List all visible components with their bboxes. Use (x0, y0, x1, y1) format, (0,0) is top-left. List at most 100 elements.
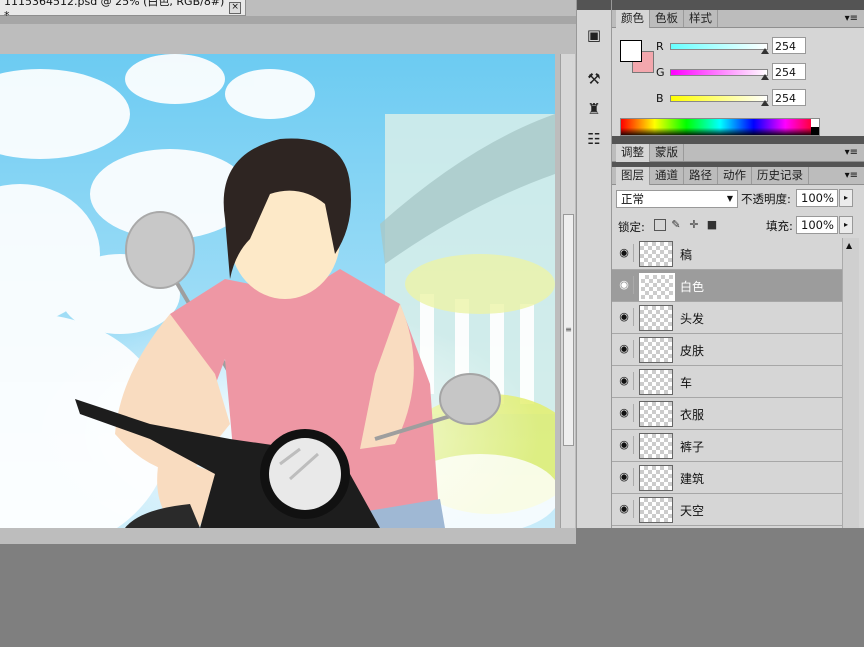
eye-icon[interactable]: ◉ (615, 276, 634, 294)
document-strip (0, 16, 576, 24)
tab-swatches[interactable]: 色板 (650, 10, 684, 27)
document-canvas[interactable] (0, 54, 555, 528)
tab-adjustments[interactable]: 调整 (616, 144, 650, 162)
channel-g-label: G (656, 66, 665, 79)
lock-transparent-icon[interactable] (654, 219, 666, 231)
layer-name: 稿 (680, 248, 693, 262)
opacity-arrow-button[interactable]: ▸ (839, 189, 853, 207)
layer-thumbnail (639, 241, 673, 267)
channel-g-slider[interactable] (670, 69, 768, 76)
foreground-color-swatch[interactable] (620, 40, 642, 62)
lock-label: 锁定: (618, 220, 645, 234)
brush-preset-icon[interactable]: ⚒ (583, 68, 605, 90)
layer-name: 建筑 (680, 472, 705, 486)
eye-icon[interactable]: ◉ (615, 308, 634, 326)
channel-r-slider[interactable] (670, 43, 768, 50)
layer-name: 天空 (680, 504, 705, 518)
layer-name: 车 (680, 376, 693, 390)
layer-row[interactable]: ◉ 建筑 (612, 462, 842, 494)
channel-r-label: R (656, 40, 664, 53)
channel-g-value[interactable]: 254 (772, 63, 806, 80)
layer-name: 白色 (680, 280, 705, 294)
lock-all-icon[interactable]: ■ (706, 219, 718, 231)
eye-icon[interactable]: ◉ (615, 244, 634, 262)
layer-thumbnail (639, 305, 673, 331)
layer-name: 裤子 (680, 440, 705, 454)
horizontal-strip (0, 528, 576, 544)
layer-thumbnail (639, 497, 673, 523)
layer-row[interactable]: ◉ 头发 (612, 302, 842, 334)
layer-thumbnail (639, 273, 675, 301)
layer-thumbnail (639, 401, 673, 427)
right-panels: 颜色 色板 样式 ▾≡ R 254 G 254 B 254 调整 蒙版 ▾≡ 图… (612, 0, 864, 528)
layer-thumbnail (639, 433, 673, 459)
layers-panel-menu-icon[interactable]: ▾≡ (845, 167, 858, 184)
channel-r-value[interactable]: 254 (772, 37, 806, 54)
layer-thumbnail (639, 337, 673, 363)
eye-icon[interactable]: ◉ (615, 404, 634, 422)
chevron-down-icon: ▼ (726, 194, 733, 203)
illustration (0, 54, 555, 528)
eye-icon[interactable]: ◉ (615, 340, 634, 358)
layer-row[interactable]: ◉ 天空 (612, 494, 842, 526)
clone-source-icon[interactable]: ♜ (583, 98, 605, 120)
tab-history[interactable]: 历史记录 (752, 167, 809, 184)
layer-row[interactable]: ◉ 衣服 (612, 398, 842, 430)
channel-g-thumb[interactable] (761, 74, 769, 80)
adjust-panel-tabs: 调整 蒙版 ▾≡ (612, 144, 864, 162)
layer-name: 头发 (680, 312, 705, 326)
fill-arrow-button[interactable]: ▸ (839, 216, 853, 234)
fill-label: 填充: (766, 219, 793, 233)
color-panel-tabs: 颜色 色板 样式 ▾≡ (612, 10, 864, 28)
eye-icon[interactable]: ◉ (615, 372, 634, 390)
layer-name: 皮肤 (680, 344, 705, 358)
layer-thumbnail (639, 465, 673, 491)
vertical-scrollbar[interactable]: ≡ (560, 54, 575, 528)
document-tab[interactable]: 1115364512.psd @ 25% (白色, RGB/8#) * × (0, 0, 246, 22)
channel-b-value[interactable]: 254 (772, 89, 806, 106)
tab-color[interactable]: 颜色 (616, 10, 650, 28)
panel-menu-icon[interactable]: ▾≡ (845, 10, 858, 27)
color-panel-header (612, 0, 864, 10)
tab-layers[interactable]: 图层 (616, 167, 650, 185)
layer-row[interactable]: ◉ 裤子 (612, 430, 842, 462)
tab-paths[interactable]: 路径 (684, 167, 718, 184)
layer-row[interactable]: ◉ 白色 (612, 270, 842, 302)
scroll-up-icon[interactable]: ▲ (846, 241, 852, 250)
layer-row[interactable]: ◉ 稿 (612, 238, 842, 270)
adjust-panel-header (612, 136, 864, 144)
layer-row[interactable]: ◉ 皮肤 (612, 334, 842, 366)
eye-icon[interactable]: ◉ (615, 500, 634, 518)
layer-thumbnail (639, 369, 673, 395)
eye-icon[interactable]: ◉ (615, 436, 634, 454)
opacity-input[interactable]: 100% (796, 189, 838, 207)
blend-mode-value: 正常 (621, 192, 644, 206)
channel-b-slider[interactable] (670, 95, 768, 102)
color-spectrum[interactable] (620, 118, 820, 136)
layers-panel-tabs: 图层 通道 路径 动作 历史记录 ▾≡ (612, 167, 864, 185)
layers-scrollbar[interactable]: ▲ (842, 238, 859, 528)
layer-row[interactable]: ◉ 车 (612, 366, 842, 398)
scroll-thumb[interactable]: ≡ (563, 214, 574, 446)
channel-b-thumb[interactable] (761, 100, 769, 106)
lock-position-icon[interactable]: ✛ (688, 219, 700, 231)
opacity-label: 不透明度: (741, 192, 791, 206)
panel-dock-icons: ▣ ⚒ ♜ ☷ (576, 0, 612, 528)
close-icon[interactable]: × (229, 1, 241, 14)
channel-r-thumb[interactable] (761, 48, 769, 54)
tab-styles[interactable]: 样式 (684, 10, 718, 27)
dock-header (577, 0, 611, 10)
adjust-panel-menu-icon[interactable]: ▾≡ (845, 144, 858, 161)
fill-input[interactable]: 100% (796, 216, 838, 234)
lock-pixels-icon[interactable]: ✎ (670, 219, 682, 231)
tool-preset-icon[interactable]: ☷ (583, 128, 605, 150)
histogram-icon[interactable]: ▣ (583, 24, 605, 46)
tab-channels[interactable]: 通道 (650, 167, 684, 184)
black-white-swatch[interactable] (811, 119, 819, 135)
tab-actions[interactable]: 动作 (718, 167, 752, 184)
layers-list: ◉ 稿 ◉ 白色 ◉ 头发 ◉ 皮肤 ◉ 车 ◉ 衣服 ◉ 裤子 ◉ 建筑 ◉ 天空 (612, 238, 842, 528)
eye-icon[interactable]: ◉ (615, 468, 634, 486)
channel-b-label: B (656, 92, 664, 105)
tab-masks[interactable]: 蒙版 (650, 144, 684, 161)
blend-mode-select[interactable]: 正常 ▼ (616, 190, 738, 208)
